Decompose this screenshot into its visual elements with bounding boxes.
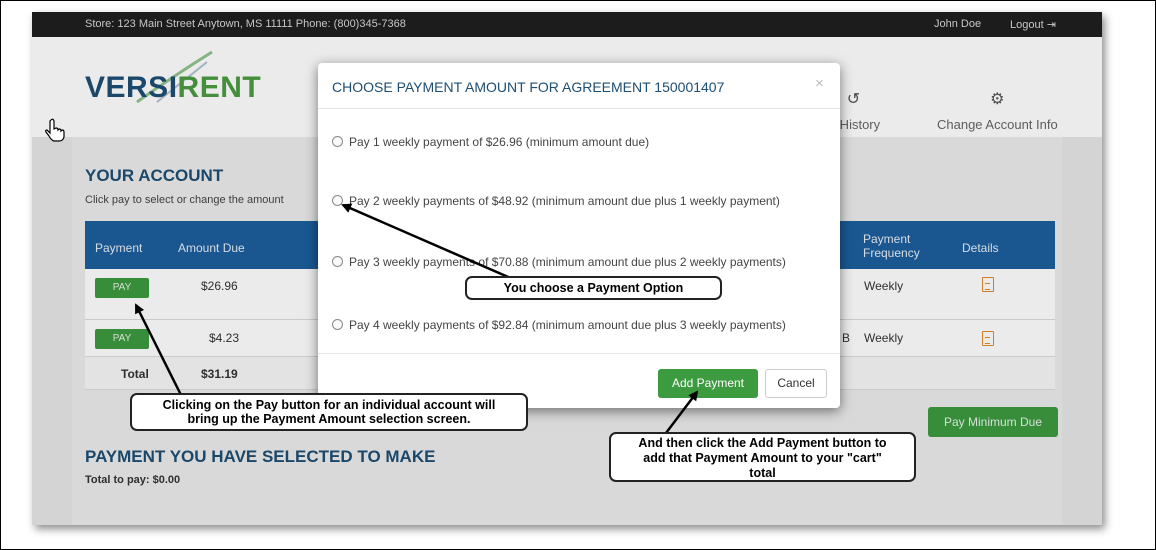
modal-header: CHOOSE PAYMENT AMOUNT FOR AGREEMENT 1500… (318, 63, 840, 109)
payment-option-label: Pay 4 weekly payments of $92.84 (minimum… (349, 318, 786, 332)
payment-option-3[interactable]: Pay 3 weekly payments of $70.88 (minimum… (332, 255, 786, 269)
radio-button[interactable] (332, 136, 343, 147)
cancel-button[interactable]: Cancel (765, 369, 827, 398)
callout-pay-line1: Clicking on the Pay button for an indivi… (162, 398, 496, 412)
radio-button[interactable] (332, 319, 343, 330)
payment-option-label: Pay 1 weekly payment of $26.96 (minimum … (349, 135, 650, 149)
payment-option-label: Pay 3 weekly payments of $70.88 (minimum… (349, 255, 786, 269)
callout-choose-option: You choose a Payment Option (465, 276, 722, 300)
add-payment-button[interactable]: Add Payment (658, 369, 758, 398)
payment-option-2[interactable]: Pay 2 weekly payments of $48.92 (minimum… (332, 194, 780, 208)
modal-title: CHOOSE PAYMENT AMOUNT FOR AGREEMENT 1500… (332, 79, 725, 95)
radio-button[interactable] (332, 195, 343, 206)
payment-amount-modal: CHOOSE PAYMENT AMOUNT FOR AGREEMENT 1500… (318, 63, 840, 408)
close-icon[interactable]: × (815, 75, 824, 92)
radio-button[interactable] (332, 256, 343, 267)
callout-add-line2: add that Payment Amount to your "cart" (643, 451, 882, 465)
callout-add-payment: And then click the Add Payment button to… (609, 432, 916, 482)
payment-option-label: Pay 2 weekly payments of $48.92 (minimum… (349, 194, 780, 208)
payment-option-4[interactable]: Pay 4 weekly payments of $92.84 (minimum… (332, 318, 786, 332)
app-window: Store: 123 Main Street Anytown, MS 11111… (32, 12, 1102, 525)
callout-add-line3: total (749, 466, 776, 480)
hand-cursor-icon (45, 118, 65, 142)
payment-option-1[interactable]: Pay 1 weekly payment of $26.96 (minimum … (332, 135, 649, 149)
callout-add-line1: And then click the Add Payment button to (638, 436, 887, 450)
callout-pay-button: Clicking on the Pay button for an indivi… (130, 393, 528, 431)
callout-pay-line2: bring up the Payment Amount selection sc… (187, 412, 471, 426)
